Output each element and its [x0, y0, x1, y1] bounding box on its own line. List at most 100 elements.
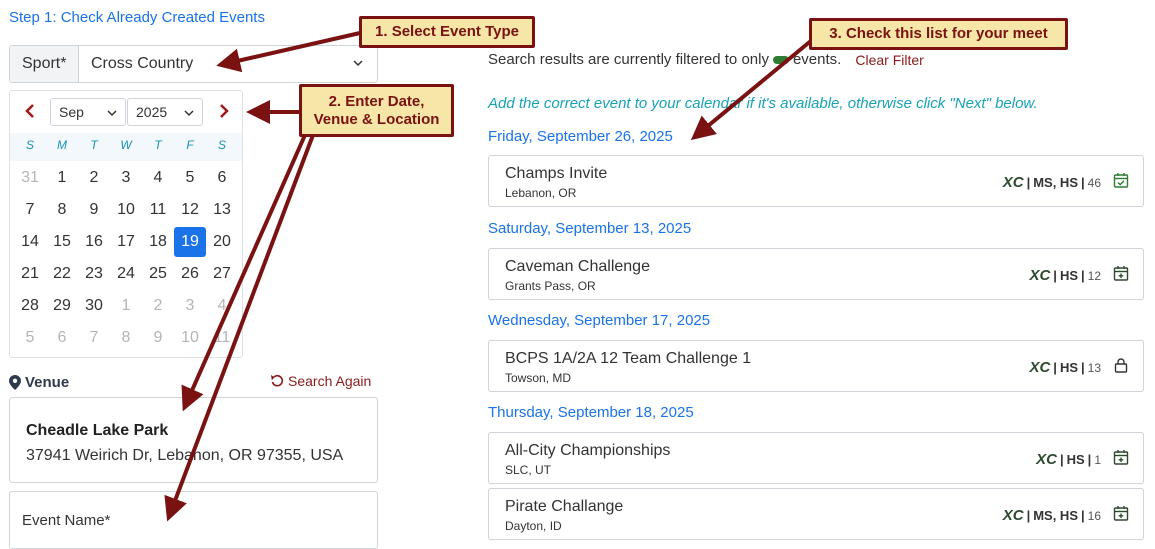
event-name-field[interactable]: Event Name*: [9, 491, 378, 549]
weekday-label: S: [217, 138, 226, 152]
hint-text: Add the correct event to your calendar i…: [488, 95, 1038, 112]
date-heading: Thursday, September 18, 2025: [488, 404, 694, 421]
venue-address: 37941 Weirich Dr, Lebanon, OR 97355, USA: [26, 447, 344, 464]
event-location: Grants Pass, OR: [505, 279, 596, 293]
date-heading: Wednesday, September 17, 2025: [488, 312, 711, 329]
event-location: Lebanon, OR: [505, 186, 577, 200]
chevron-down-icon: [184, 110, 194, 117]
calendar-day[interactable]: 20: [206, 227, 238, 257]
event-card[interactable]: Champs Invite Lebanon, OR XC | MS, HS | 46: [488, 155, 1144, 207]
calendar-day[interactable]: 31: [14, 163, 46, 193]
event-meta: XC | HS | 1: [1036, 451, 1101, 468]
separator: |: [1081, 508, 1085, 523]
calendar-day[interactable]: 16: [78, 227, 110, 257]
calendar-day[interactable]: 4: [142, 163, 174, 193]
venue-heading: Venue: [9, 374, 69, 391]
event-sport: XC: [1036, 451, 1057, 468]
filter-suffix: events.: [792, 51, 842, 68]
separator: |: [1059, 452, 1064, 467]
calendar-day[interactable]: 6: [206, 163, 238, 193]
calendar-day[interactable]: 8: [110, 323, 142, 353]
calendar-day[interactable]: 13: [206, 195, 238, 225]
event-card[interactable]: Pirate Challange Dayton, ID XC | MS, HS | 16: [488, 488, 1144, 540]
calendar-day[interactable]: 8: [46, 195, 78, 225]
calendar-day[interactable]: 29: [46, 291, 78, 321]
calendar-day[interactable]: 6: [46, 323, 78, 353]
lock-icon[interactable]: [1113, 357, 1129, 373]
calendar-day[interactable]: 21: [14, 259, 46, 289]
calendar-day[interactable]: 17: [110, 227, 142, 257]
calendar-day[interactable]: 24: [110, 259, 142, 289]
calendar-day[interactable]: 25: [142, 259, 174, 289]
calendar-day[interactable]: 1: [46, 163, 78, 193]
next-month-icon[interactable]: [216, 103, 232, 119]
calendar-day[interactable]: 26: [174, 259, 206, 289]
sport-select[interactable]: Sport* Cross Country: [9, 45, 378, 83]
calendar-day[interactable]: 11: [206, 323, 238, 353]
calendar-day[interactable]: 23: [78, 259, 110, 289]
year-select[interactable]: 2025: [127, 98, 203, 126]
filter-prefix: Search results are currently filtered to…: [488, 51, 769, 68]
separator: |: [1053, 268, 1057, 283]
venue-title: Venue: [25, 374, 70, 391]
event-levels: MS, HS: [1033, 508, 1078, 523]
event-meta: XC | MS, HS | 46: [1003, 174, 1101, 191]
calendar-day[interactable]: 5: [174, 163, 206, 193]
calendar-day[interactable]: 10: [174, 323, 206, 353]
calendar-day[interactable]: 4: [206, 291, 238, 321]
event-levels: HS: [1066, 452, 1085, 467]
calendar-day[interactable]: 27: [206, 259, 238, 289]
prev-month-icon[interactable]: [22, 103, 38, 119]
calendar-day[interactable]: 30: [78, 291, 110, 321]
event-meta: XC | HS | 12: [1029, 267, 1101, 284]
calendar-day[interactable]: 5: [14, 323, 46, 353]
search-again-link[interactable]: Search Again: [270, 373, 371, 389]
sport-value[interactable]: Cross Country: [79, 46, 377, 82]
calendar-day[interactable]: 15: [46, 227, 78, 257]
calendar-day[interactable]: 7: [14, 195, 46, 225]
event-card[interactable]: Caveman Challenge Grants Pass, OR XC | HS | 12: [488, 248, 1144, 300]
event-card[interactable]: BCPS 1A/2A 12 Team Challenge 1 Towson, MD…: [488, 340, 1144, 392]
event-count: 16: [1087, 509, 1101, 523]
calendar-day[interactable]: 19: [174, 227, 206, 257]
calendar-day[interactable]: 2: [78, 163, 110, 193]
calendar-day[interactable]: 3: [174, 291, 206, 321]
calendar-check-icon[interactable]: [1113, 172, 1129, 188]
separator: |: [1081, 175, 1085, 190]
calendar-day[interactable]: 11: [142, 195, 174, 225]
clear-filter-link[interactable]: Clear Filter: [855, 52, 923, 68]
event-levels: HS: [1059, 360, 1078, 375]
calendar-day[interactable]: 14: [14, 227, 46, 257]
calendar-day[interactable]: 22: [46, 259, 78, 289]
event-location: Dayton, ID: [505, 519, 562, 533]
event-name: Champs Invite: [505, 165, 608, 182]
event-levels: HS: [1059, 268, 1078, 283]
calendar-plus-icon[interactable]: [1113, 505, 1129, 521]
date-heading: Saturday, September 13, 2025: [488, 220, 692, 237]
calendar-plus-icon[interactable]: [1113, 449, 1129, 465]
event-sport: XC: [1002, 507, 1024, 524]
separator: |: [1026, 508, 1031, 523]
event-name: Caveman Challenge: [505, 258, 650, 275]
calendar-day[interactable]: 3: [110, 163, 142, 193]
calendar-day[interactable]: 12: [174, 195, 206, 225]
event-name-placeholder: Event Name*: [22, 512, 111, 529]
month-select[interactable]: Sep: [50, 98, 126, 126]
calendar-plus-icon[interactable]: [1113, 265, 1129, 281]
filter-message: Search results are currently filtered to…: [488, 51, 924, 68]
venue-card[interactable]: Cheadle Lake Park 37941 Weirich Dr, Leba…: [9, 397, 378, 483]
calendar-day[interactable]: 10: [110, 195, 142, 225]
calendar-day[interactable]: 1: [110, 291, 142, 321]
event-card[interactable]: All-City Championships SLC, UT XC | HS | 1: [488, 432, 1144, 484]
calendar-day[interactable]: 2: [142, 291, 174, 321]
calendar-day[interactable]: 18: [142, 227, 174, 257]
calendar-day[interactable]: 7: [78, 323, 110, 353]
event-sport: XC: [1029, 359, 1051, 376]
weekday-label: T: [154, 138, 162, 152]
weekday-label: S: [25, 138, 34, 152]
calendar-day[interactable]: 28: [14, 291, 46, 321]
event-sport: XC: [1002, 174, 1024, 191]
calendar-day[interactable]: 9: [142, 323, 174, 353]
weekday-label: T: [90, 138, 98, 152]
calendar-day[interactable]: 9: [78, 195, 110, 225]
